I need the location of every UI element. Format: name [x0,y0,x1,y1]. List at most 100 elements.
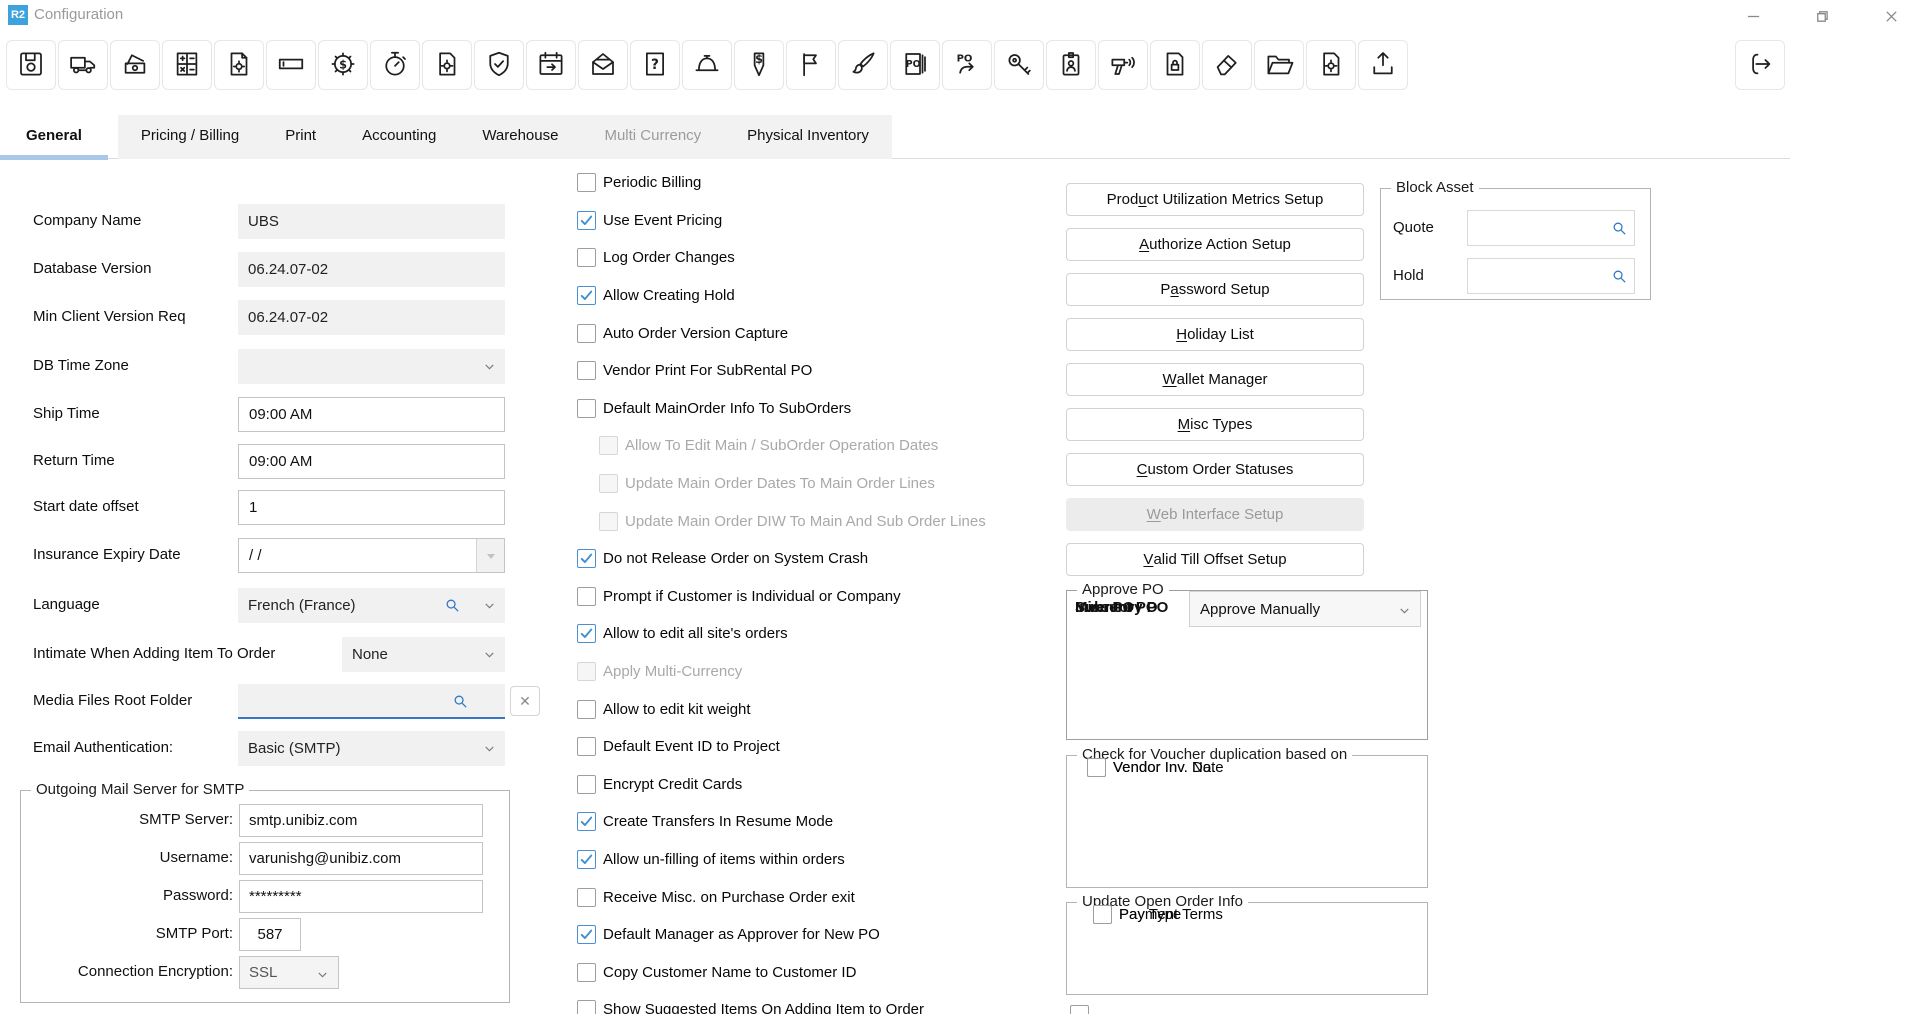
toolbar-button[interactable] [1098,40,1148,90]
toolbar-button[interactable] [370,40,420,90]
intimate-add-item-dropdown[interactable]: None [342,637,505,672]
toolbar-button[interactable] [682,40,732,90]
toolbar-button[interactable]: $ [318,40,368,90]
exit-button[interactable] [1735,40,1785,90]
tab[interactable]: Pricing / Billing [118,115,262,159]
checkbox-row[interactable]: Default Manager as Approver for New PO [577,916,1057,954]
toolbar-button[interactable] [1254,40,1304,90]
checkbox-row[interactable]: Allow to edit all site's orders [577,615,1057,653]
smtp-port-input[interactable]: 587 [239,918,301,951]
tab[interactable]: Physical Inventory [724,115,892,159]
toolbar-button[interactable] [838,40,888,90]
minimize-icon[interactable] [1738,4,1768,28]
checkbox[interactable] [577,549,596,568]
toolbar-button[interactable] [1358,40,1408,90]
clear-media-root-button[interactable]: ✕ [510,686,540,716]
checkbox-row[interactable]: Default MainOrder Info To SubOrders [577,390,1057,428]
toolbar-button[interactable] [214,40,264,90]
language-dropdown[interactable]: French (France) [238,588,505,623]
checkbox-row[interactable]: Do not Release Order on System Crash [577,540,1057,578]
setup-button[interactable]: Product Utilization Metrics Setup [1066,183,1364,216]
tab[interactable]: Warehouse [459,115,581,159]
toolbar-button[interactable] [162,40,212,90]
checkbox-row[interactable]: Create Transfers In Resume Mode [577,803,1057,841]
checkbox[interactable] [577,399,596,418]
checkbox[interactable] [577,925,596,944]
smtp-password-input[interactable]: ********* [239,880,483,913]
checkbox[interactable] [577,173,596,192]
toolbar-button[interactable]: $ [734,40,784,90]
toolbar-button[interactable] [1046,40,1096,90]
checkbox-row[interactable]: Periodic Billing [577,164,1057,202]
checkbox-row[interactable]: Encrypt Credit Cards [577,766,1057,804]
checkbox[interactable] [1070,1005,1089,1014]
checkbox-row[interactable]: Log Order Changes [577,239,1057,277]
toolbar-button[interactable]: ? [630,40,680,90]
smtp-encryption-dropdown[interactable]: SSL [239,956,339,989]
checkbox[interactable] [577,286,596,305]
toolbar-button[interactable] [1202,40,1252,90]
checkbox[interactable] [577,211,596,230]
checkbox[interactable] [577,361,596,380]
tab[interactable]: Accounting [339,115,459,159]
email-auth-dropdown[interactable]: Basic (SMTP) [238,731,505,766]
toolbar-button[interactable] [110,40,160,90]
smtp-server-input[interactable]: smtp.unibiz.com [239,804,483,837]
checkbox-row[interactable]: Vendor Inv. Date [1087,756,1224,778]
toolbar-button[interactable]: PO [890,40,940,90]
setup-button[interactable]: Valid Till Offset Setup [1066,543,1364,576]
toolbar-button[interactable] [6,40,56,90]
checkbox[interactable] [1087,758,1106,777]
tab[interactable]: Print [262,115,339,159]
setup-button[interactable]: Authorize Action Setup [1066,228,1364,261]
return-time-input[interactable]: 09:00 AM [238,444,505,479]
block-asset-quote-field[interactable] [1467,210,1635,246]
checkbox[interactable] [577,812,596,831]
checkbox[interactable] [577,1000,596,1014]
checkbox-row[interactable]: Vendor Print For SubRental PO [577,352,1057,390]
checkbox[interactable] [577,624,596,643]
close-icon[interactable] [1876,4,1906,28]
restore-icon[interactable] [1806,4,1836,28]
checkbox-row[interactable]: Allow un-filling of items within orders [577,841,1057,879]
setup-button[interactable]: Misc Types [1066,408,1364,441]
checkbox[interactable] [577,963,596,982]
checkbox[interactable] [577,888,596,907]
setup-button[interactable]: Password Setup [1066,273,1364,306]
checkbox-row[interactable]: Default Event ID to Project [577,728,1057,766]
toolbar-button[interactable] [994,40,1044,90]
checkbox[interactable] [1093,905,1112,924]
setup-button[interactable]: Wallet Manager [1066,363,1364,396]
checkbox[interactable] [577,700,596,719]
toolbar-button[interactable] [526,40,576,90]
checkbox[interactable] [577,324,596,343]
checkbox-row[interactable]: Use Event Pricing [577,202,1057,240]
ship-time-input[interactable]: 09:00 AM [238,397,505,432]
toolbar-button[interactable] [266,40,316,90]
checkbox[interactable] [577,775,596,794]
checkbox-row[interactable]: Receive Misc. on Purchase Order exit [577,878,1057,916]
toolbar-button[interactable] [422,40,472,90]
checkbox[interactable] [577,587,596,606]
checkbox-row[interactable]: Prompt if Customer is Individual or Comp… [577,578,1057,616]
checkbox[interactable] [577,737,596,756]
insurance-expiry-input[interactable]: / / [238,538,505,573]
approve-po-dropdown[interactable]: Approve Manually [1189,591,1421,627]
media-root-field[interactable] [238,684,505,719]
toolbar-button[interactable] [474,40,524,90]
toolbar-button[interactable] [1150,40,1200,90]
db-time-zone-dropdown[interactable] [238,349,505,384]
start-date-offset-input[interactable]: 1 [238,490,505,525]
toolbar-button[interactable] [578,40,628,90]
checkbox[interactable] [577,248,596,267]
setup-button[interactable]: Holiday List [1066,318,1364,351]
setup-button[interactable]: Custom Order Statuses [1066,453,1364,486]
block-asset-hold-field[interactable] [1467,258,1635,294]
checkbox-row[interactable]: Allow to edit kit weight [577,690,1057,728]
toolbar-button[interactable] [786,40,836,90]
checkbox-row[interactable]: Allow Creating Hold [577,277,1057,315]
checkbox-row[interactable]: Payment Terms [1093,903,1223,925]
checkbox-row[interactable]: Auto Order Version Capture [577,314,1057,352]
smtp-username-input[interactable]: varunishg@unibiz.com [239,842,483,875]
toolbar-button[interactable] [1306,40,1356,90]
